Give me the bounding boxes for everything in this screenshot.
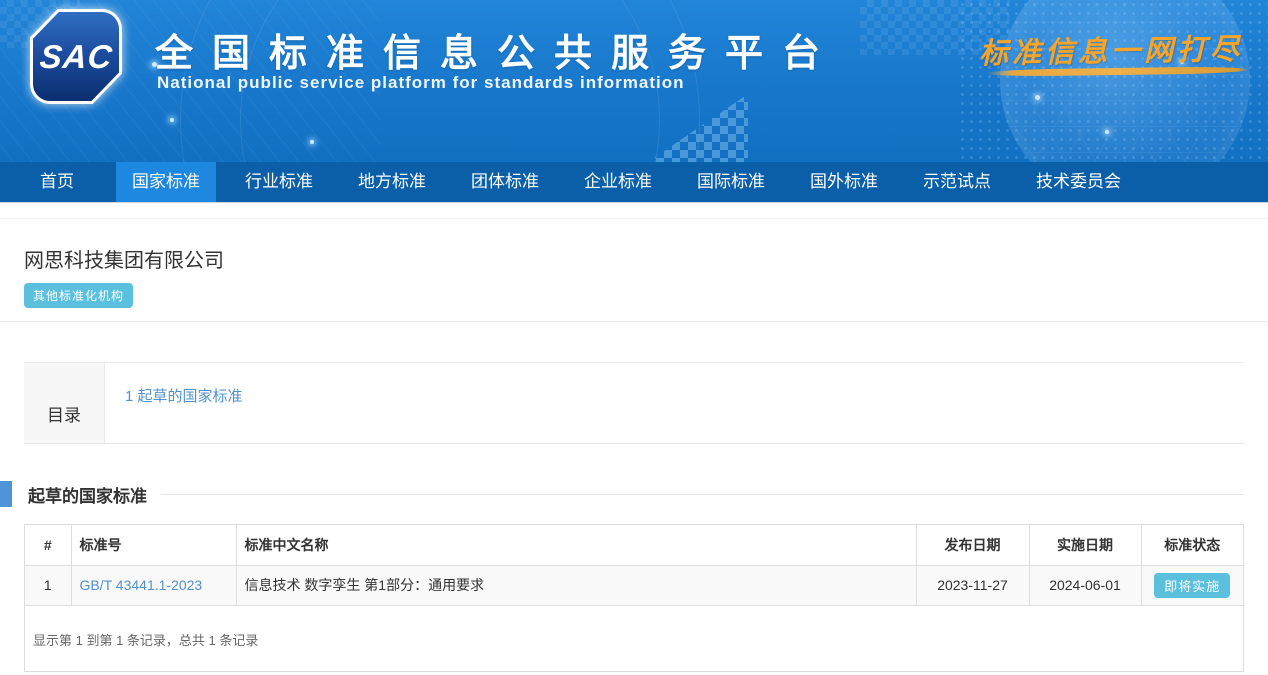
nav-item-group-standards[interactable]: 团体标准 bbox=[455, 162, 555, 202]
page-content: 网思科技集团有限公司 其他标准化机构 目录 1 起草的国家标准 起草的国家标准 … bbox=[0, 218, 1268, 672]
cell-implement-date: 2024-06-01 bbox=[1029, 565, 1141, 605]
nav-item-foreign-standards[interactable]: 国外标准 bbox=[794, 162, 894, 202]
nav-item-pilot-demonstration[interactable]: 示范试点 bbox=[907, 162, 1007, 202]
main-navigation: 首页 国家标准 行业标准 地方标准 团体标准 企业标准 国际标准 国外标准 示范… bbox=[0, 162, 1268, 203]
col-header-publish-date: 发布日期 bbox=[916, 525, 1029, 565]
standards-table-container: # 标准号 标准中文名称 发布日期 实施日期 标准状态 1 GB/T 43441… bbox=[24, 524, 1244, 672]
slogan-calligraphy: 标准信息一网打尽 bbox=[979, 26, 1244, 73]
standards-table: # 标准号 标准中文名称 发布日期 实施日期 标准状态 1 GB/T 43441… bbox=[25, 525, 1243, 606]
standard-number-link[interactable]: GB/T 43441.1-2023 bbox=[80, 577, 203, 593]
catalog-link-drafted-standards[interactable]: 1 起草的国家标准 bbox=[125, 388, 243, 405]
organization-type-badge: 其他标准化机构 bbox=[24, 283, 133, 308]
records-summary: 显示第 1 到第 1 条记录，总共 1 条记录 bbox=[25, 606, 1243, 671]
nav-item-international-standards[interactable]: 国际标准 bbox=[681, 162, 781, 202]
section-header: 起草的国家标准 bbox=[0, 481, 1268, 507]
col-header-name-cn: 标准中文名称 bbox=[236, 525, 916, 565]
section-title: 起草的国家标准 bbox=[28, 482, 147, 507]
site-subtitle: National public service platform for sta… bbox=[157, 73, 684, 93]
sac-logo-text: SAC bbox=[38, 38, 115, 76]
spark-dot bbox=[310, 140, 314, 144]
table-header-row: # 标准号 标准中文名称 发布日期 实施日期 标准状态 bbox=[25, 525, 1243, 565]
status-badge: 即将实施 bbox=[1154, 573, 1230, 598]
cell-name-cn: 信息技术 数字孪生 第1部分：通用要求 bbox=[236, 565, 916, 605]
col-header-status: 标准状态 bbox=[1141, 525, 1243, 565]
site-title: 全国标准信息公共服务平台 bbox=[155, 22, 839, 77]
sac-logo[interactable]: SAC bbox=[30, 9, 122, 104]
banner-dot-decoration bbox=[958, 0, 1268, 162]
spark-dot bbox=[1035, 95, 1040, 100]
cell-standard-no: GB/T 43441.1-2023 bbox=[71, 565, 236, 605]
col-header-index: # bbox=[25, 525, 71, 565]
catalog-links: 1 起草的国家标准 bbox=[105, 363, 1244, 443]
spark-dot bbox=[1105, 130, 1109, 134]
globe-graphic bbox=[1000, 0, 1250, 162]
table-row: 1 GB/T 43441.1-2023 信息技术 数字孪生 第1部分：通用要求 … bbox=[25, 565, 1243, 605]
col-header-standard-no: 标准号 bbox=[71, 525, 236, 565]
company-name: 网思科技集团有限公司 bbox=[0, 219, 1268, 273]
nav-item-national-standards[interactable]: 国家标准 bbox=[116, 162, 216, 202]
col-header-implement-date: 实施日期 bbox=[1029, 525, 1141, 565]
spark-dot bbox=[170, 118, 174, 122]
cell-publish-date: 2023-11-27 bbox=[916, 565, 1029, 605]
section-marker bbox=[0, 481, 12, 507]
nav-item-technical-committee[interactable]: 技术委员会 bbox=[1020, 162, 1137, 202]
cell-status: 即将实施 bbox=[1141, 565, 1243, 605]
cell-index: 1 bbox=[25, 565, 71, 605]
nav-item-home[interactable]: 首页 bbox=[24, 162, 90, 202]
separator-line bbox=[0, 321, 1268, 322]
nav-item-local-standards[interactable]: 地方标准 bbox=[342, 162, 442, 202]
catalog-box: 目录 1 起草的国家标准 bbox=[24, 362, 1244, 444]
nav-item-enterprise-standards[interactable]: 企业标准 bbox=[568, 162, 668, 202]
section-header-line bbox=[161, 494, 1244, 495]
banner-stairs-decoration bbox=[648, 94, 748, 162]
site-banner: SAC 全国标准信息公共服务平台 National public service… bbox=[0, 0, 1268, 162]
catalog-label: 目录 bbox=[24, 363, 105, 443]
nav-item-industry-standards[interactable]: 行业标准 bbox=[229, 162, 329, 202]
